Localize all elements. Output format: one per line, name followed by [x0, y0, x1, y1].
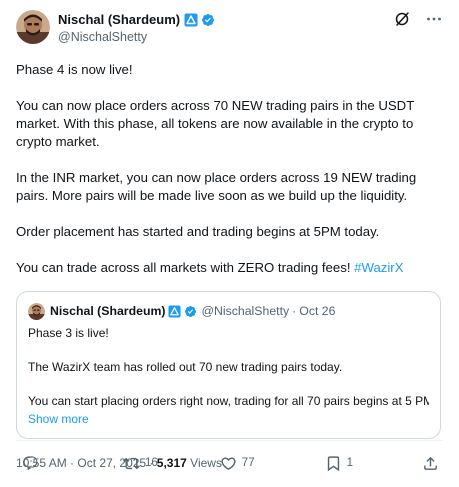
tweet-paragraph: Order placement has started and trading … [16, 224, 380, 239]
bookmark-count: 1 [346, 457, 353, 469]
avatar[interactable] [16, 10, 50, 44]
more-options-icon[interactable] [425, 10, 443, 28]
quote-affiliate-badge-icon [168, 304, 182, 318]
quote-paragraph: Phase 3 is live! [28, 326, 109, 340]
hashtag-link[interactable]: #WazirX [354, 260, 403, 275]
repost-button[interactable]: 16 [123, 455, 158, 472]
quote-verified-badge-icon [184, 305, 197, 318]
heart-icon [221, 456, 236, 470]
bookmark-button[interactable]: 1 [325, 455, 353, 472]
affiliate-badge-icon[interactable] [184, 13, 198, 27]
action-bar: 16 77 1 [16, 451, 443, 475]
author-display-name[interactable]: Nischal (Shardeum) [58, 12, 180, 27]
tweet-paragraph: Phase 4 is now live! [16, 62, 133, 77]
header-actions [393, 10, 443, 28]
divider [16, 440, 443, 441]
quote-paragraph: The WazirX team has rolled out 70 new tr… [28, 360, 343, 374]
quote-header: Nischal (Shardeum) @NischalShetty · Oct … [28, 302, 429, 320]
tweet-text: Phase 4 is now live! You can now place o… [16, 61, 442, 277]
tweet-card: Nischal (Shardeum) @NischalShetty Phase … [0, 0, 459, 487]
share-button[interactable] [422, 455, 439, 472]
verified-badge-icon[interactable] [201, 13, 215, 27]
tweet-paragraph: You can now place orders across 70 NEW t… [16, 98, 415, 149]
like-button[interactable]: 77 [220, 455, 255, 472]
repost-icon [123, 457, 140, 469]
like-count: 77 [241, 457, 255, 469]
author-handle[interactable]: @NischalShetty [58, 30, 393, 44]
quote-display-name: Nischal (Shardeum) [50, 304, 166, 318]
tweet-paragraph-text: You can trade across all markets with ZE… [16, 260, 355, 275]
reply-icon [23, 455, 38, 470]
bookmark-icon [327, 455, 339, 471]
quote-avatar [28, 302, 45, 320]
quote-paragraph: You can start placing orders right now, … [28, 394, 429, 408]
quote-date: Oct 26 [299, 304, 336, 318]
show-more-link[interactable]: Show more [28, 411, 89, 428]
share-icon [424, 456, 437, 470]
reply-button[interactable] [22, 455, 39, 472]
quote-separator: · [292, 304, 297, 318]
name-row: Nischal (Shardeum) [58, 11, 393, 28]
quoted-tweet[interactable]: Nischal (Shardeum) @NischalShetty · Oct … [16, 291, 441, 439]
grok-icon[interactable] [393, 10, 411, 28]
quote-handle: @NischalShetty [201, 304, 290, 318]
tweet-paragraph-last: You can trade across all markets with ZE… [16, 259, 442, 277]
tweet-paragraph: In the INR market, you can now place ord… [16, 170, 417, 203]
repost-count: 16 [145, 457, 158, 469]
author-info: Nischal (Shardeum) @NischalShetty [58, 10, 393, 44]
tweet-header: Nischal (Shardeum) @NischalShetty [16, 10, 443, 50]
quote-text: Phase 3 is live! The WazirX team has rol… [28, 325, 429, 410]
